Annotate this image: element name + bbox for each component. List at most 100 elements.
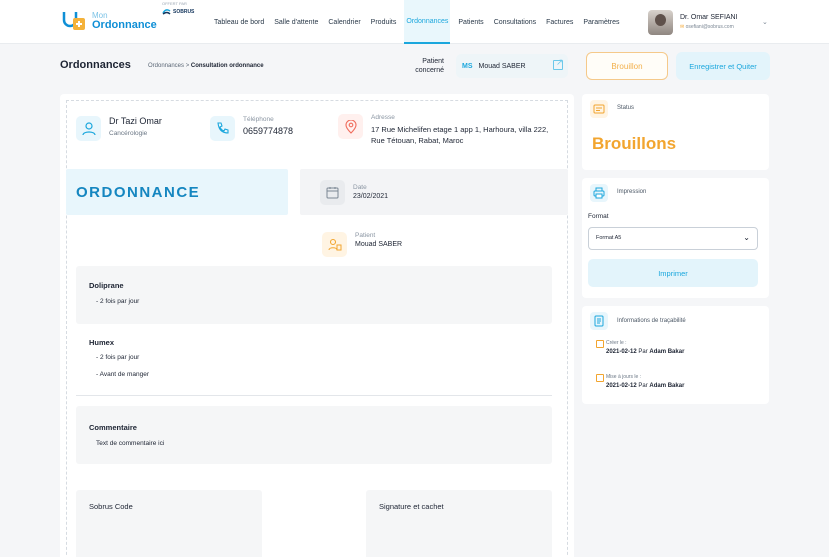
save-and-quit-button[interactable]: Enregistrer et Quiter xyxy=(676,52,770,80)
created-by-prefix: Par xyxy=(638,349,648,355)
nav-item-consultations[interactable]: Consultations xyxy=(492,0,538,44)
calendar-icon xyxy=(320,179,345,205)
main-navigation: Tableau de bord Salle d'attente Calendri… xyxy=(212,0,622,44)
nav-item-patients[interactable]: Patients xyxy=(456,0,485,44)
updated-label: Mise à jours le : xyxy=(596,374,684,382)
phone-label: Téléphone xyxy=(243,116,274,123)
nav-item-calendrier[interactable]: Calendrier xyxy=(326,0,362,44)
offered-by-label: OFFERT PAR xyxy=(162,1,187,6)
avatar xyxy=(648,10,673,35)
format-label: Format xyxy=(588,213,609,220)
traceability-panel: Informations de traçabilité Créer le : 2… xyxy=(582,306,769,404)
updated-by-prefix: Par xyxy=(638,383,648,389)
medication-dosage: - 2 fois par jour xyxy=(96,354,140,361)
medication-dosage: - Avant de manger xyxy=(96,371,149,378)
patient-initials: MS xyxy=(462,62,473,70)
breadcrumb-separator: > xyxy=(185,63,190,69)
medication-name: Humex xyxy=(89,338,115,347)
signature-section: Signature et cachet xyxy=(366,490,552,557)
breadcrumb-parent[interactable]: Ordonnances xyxy=(148,63,184,69)
page-title: Ordonnances xyxy=(60,59,131,71)
partner-name: SOBRUS xyxy=(173,8,195,15)
patient-concerned-label: Patient concerné xyxy=(415,58,444,74)
comment-title: Commentaire xyxy=(89,423,137,432)
status-label: Status xyxy=(617,105,635,111)
divider xyxy=(76,395,552,396)
top-navigation-bar: Mon Ordonnance OFFERT PAR SOBRUS Tableau… xyxy=(0,0,829,44)
nav-item-produits[interactable]: Produits xyxy=(369,0,399,44)
medication-item[interactable]: Doliprane - 2 fois par jour xyxy=(76,266,552,324)
phone-value: 0659774878 xyxy=(243,126,294,136)
patient-chip[interactable]: MS Mouad SABER xyxy=(456,54,568,78)
created-info: Créer le : 2021-02-12 Par Adam Bakar xyxy=(596,340,684,355)
breadcrumb: Ordonnances > Consultation ordonnance xyxy=(148,63,264,69)
format-select-value: Format A5 xyxy=(596,235,622,241)
prescription-date: Date 23/02/2021 xyxy=(300,169,568,215)
print-label: Impression xyxy=(617,189,647,195)
app-logo[interactable]: Mon Ordonnance xyxy=(60,10,157,32)
medication-dosage: - 2 fois par jour xyxy=(96,298,140,305)
patient-name: Mouad SABER xyxy=(478,62,526,70)
doctor-phone: Téléphone 0659774878 xyxy=(210,116,293,141)
address-label: Adresse xyxy=(371,114,395,121)
nav-item-tableau-de-bord[interactable]: Tableau de bord xyxy=(212,0,266,44)
sobrus-code-section: Sobrus Code xyxy=(76,490,262,557)
doctor-info: Dr Tazi Omar Cancérologie xyxy=(76,116,162,141)
chevron-down-icon[interactable]: ⌄ xyxy=(762,18,768,26)
external-link-icon[interactable] xyxy=(553,57,564,70)
created-label: Créer le : xyxy=(596,340,684,348)
print-button[interactable]: Imprimer xyxy=(588,259,758,287)
sobrus-logo-icon xyxy=(162,9,171,15)
address-value: 17 Rue Michelifen etage 1 app 1, Harhour… xyxy=(371,125,549,145)
prescription-title: ORDONNANCE xyxy=(76,183,201,201)
status-value: Brouillons xyxy=(592,134,677,153)
partner-logo: SOBRUS xyxy=(162,8,194,15)
patient-icon xyxy=(322,232,347,257)
phone-icon xyxy=(210,116,235,141)
date-label: Date xyxy=(353,184,367,191)
created-date: 2021-02-12 xyxy=(606,349,637,355)
created-by: Adam Bakar xyxy=(649,349,685,355)
doctor-name: Dr Tazi Omar xyxy=(109,116,162,126)
status-icon xyxy=(590,100,608,118)
printer-icon xyxy=(590,184,608,202)
prescription-title-banner: ORDONNANCE xyxy=(66,169,288,215)
logo-main-text: Ordonnance xyxy=(92,18,157,31)
breadcrumb-current: Consultation ordonnance xyxy=(190,63,264,69)
page-header: Ordonnances Ordonnances > Consultation o… xyxy=(60,52,770,82)
stethoscope-logo-icon xyxy=(62,12,85,30)
medication-item[interactable]: Humex - 2 fois par jour - Avant de mange… xyxy=(76,328,552,390)
nav-item-ordonnances[interactable]: Ordonnances xyxy=(404,0,451,44)
location-pin-icon xyxy=(338,114,363,139)
updated-value: 2021-02-12 Par Adam Bakar xyxy=(606,383,684,389)
user-name: Dr. Omar SEFIANI xyxy=(680,14,738,21)
doctor-icon xyxy=(76,116,101,141)
medication-name: Doliprane xyxy=(89,281,124,290)
draft-button[interactable]: Brouillon xyxy=(586,52,668,80)
patient-label: Patient xyxy=(355,232,376,239)
doctor-specialty: Cancérologie xyxy=(109,130,148,137)
format-select[interactable]: Format A5 ⌄ xyxy=(588,227,758,250)
sobrus-code-title: Sobrus Code xyxy=(89,502,133,511)
prescription-patient: Patient Mouad SABER xyxy=(322,232,402,257)
print-panel: Impression Format Format A5 ⌄ Imprimer xyxy=(582,178,769,298)
user-email: ✉ osefiani@sobrus.com xyxy=(680,24,734,30)
user-menu[interactable]: Dr. Omar SEFIANI ✉ osefiani@sobrus.com ⌄ xyxy=(648,10,768,35)
patient-value: Mouad SABER xyxy=(355,241,403,248)
updated-date: 2021-02-12 xyxy=(606,383,637,389)
nav-item-salle-attente[interactable]: Salle d'attente xyxy=(272,0,320,44)
user-email-text: osefiani@sobrus.com xyxy=(685,24,734,30)
nav-item-factures[interactable]: Factures xyxy=(544,0,575,44)
comment-section[interactable]: Commentaire Text de commentaire ici xyxy=(76,406,552,464)
signature-title: Signature et cachet xyxy=(379,502,444,511)
nav-item-parametres[interactable]: Paramètres xyxy=(581,0,621,44)
prescription-document: Dr Tazi Omar Cancérologie Téléphone 0659… xyxy=(60,94,574,557)
updated-by: Adam Bakar xyxy=(649,383,685,389)
comment-text: Text de commentaire ici xyxy=(96,440,165,447)
doctor-address: Adresse 17 Rue Michelifen etage 1 app 1,… xyxy=(338,114,551,146)
status-panel: Status Brouillons xyxy=(582,94,769,170)
date-value: 23/02/2021 xyxy=(353,193,389,200)
chevron-down-icon: ⌄ xyxy=(743,233,750,242)
traceability-icon xyxy=(590,312,608,330)
traceability-label: Informations de traçabilité xyxy=(617,318,686,324)
